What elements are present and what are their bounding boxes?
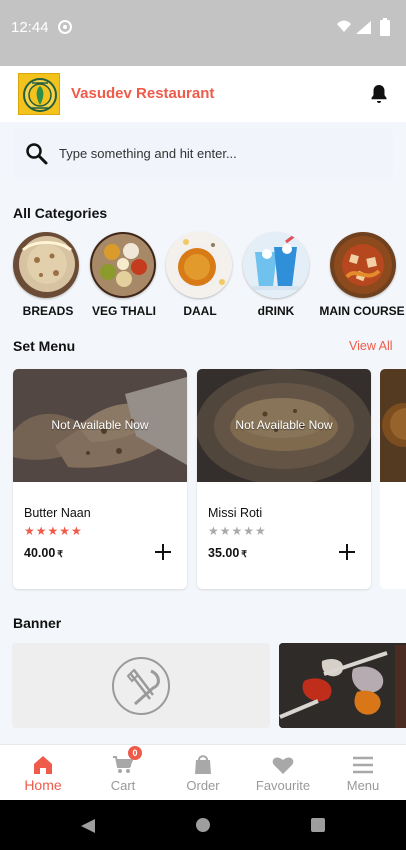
home-icon[interactable] [31,753,55,777]
bottom-navigation: Home 0 Cart Order Favourite Menu [0,744,406,800]
categories-title: All Categories [13,205,108,221]
back-icon[interactable] [80,818,96,834]
food-name: Missi Roti [208,506,263,520]
sync-circle-icon [58,20,72,34]
bag-icon[interactable] [191,753,215,777]
nav-favourite[interactable]: Favourite [243,745,323,800]
bell-icon[interactable] [367,82,391,106]
availability-label: Not Available Now [235,418,333,432]
add-to-cart-button[interactable] [337,542,357,562]
category-main-course[interactable]: MAIN COURSE [319,232,405,322]
home-circle-icon[interactable] [196,818,210,832]
restaurant-logo[interactable] [18,73,60,115]
menu-card-missi-roti[interactable]: Not Available Now Missi Roti ★★★★★ 35.00… [197,369,371,589]
missi-roti-image[interactable]: Not Available Now [197,369,371,482]
nav-label: Order [186,778,220,793]
main-course-image[interactable] [330,232,396,298]
nav-order[interactable]: Order [163,745,243,800]
menu-card-butter-naan[interactable]: Not Available Now Butter Naan ★★★★★ 40.0… [13,369,187,589]
android-navigation-bar [0,800,406,850]
cutlery-icon [112,657,170,715]
search-input[interactable] [59,143,374,163]
search-icon[interactable] [25,142,49,166]
app-header: Vasudev Restaurant [0,66,406,122]
status-time: 12:44 [11,19,49,36]
nav-menu[interactable]: Menu [323,745,403,800]
breads-image[interactable] [13,232,79,298]
app-screen: Vasudev Restaurant All Categories BREADS [0,66,406,800]
category-drink[interactable]: dRINK [241,232,311,322]
nav-home[interactable]: Home [3,745,83,800]
recent-apps-icon[interactable] [311,818,325,832]
banner-title: Banner [13,615,62,631]
nav-cart[interactable]: 0 Cart [83,745,163,800]
price: 35.00 ₹ [208,546,248,560]
rating-stars: ★★★★★ [208,524,267,538]
menu-icon[interactable] [351,753,375,777]
banner-placeholder[interactable] [12,643,270,728]
nav-label: Cart [110,778,136,793]
butter-naan-image[interactable]: Not Available Now [13,369,187,482]
food-name: Butter Naan [24,506,91,520]
status-bar: 12:44 [0,0,406,66]
menu-card-partial[interactable] [380,369,406,589]
cart-badge: 0 [128,746,142,760]
view-all-link[interactable]: View All [349,339,393,353]
search-box[interactable] [13,128,393,179]
rating-stars: ★★★★★ [24,524,83,538]
nav-label: Home [24,777,62,793]
add-to-cart-button[interactable] [153,542,173,562]
nav-label: Favourite [255,778,311,793]
heart-icon[interactable] [271,753,295,777]
set-menu-title: Set Menu [13,338,76,354]
drink-image[interactable] [243,232,309,298]
category-label: MAIN COURSE [319,304,405,318]
restaurant-name: Vasudev Restaurant [71,85,215,102]
availability-label: Not Available Now [51,418,149,432]
nav-label: Menu [346,778,380,793]
veg-thali-image[interactable] [90,232,156,298]
daal-image[interactable] [166,232,232,298]
status-icons [337,18,390,36]
spices-banner-image[interactable] [279,643,406,728]
price: 40.00 ₹ [24,546,64,560]
